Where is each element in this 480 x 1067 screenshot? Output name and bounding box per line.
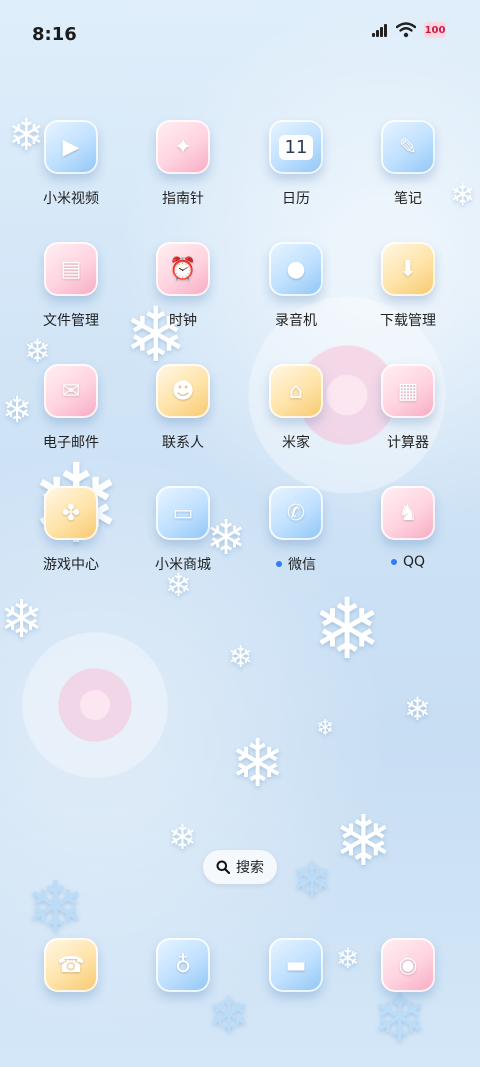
- app-mi-video[interactable]: ▶ 小米视频: [15, 120, 127, 208]
- store-icon: ▭: [172, 500, 194, 526]
- signal-icon: [372, 23, 388, 37]
- app-contacts[interactable]: ☻ 联系人: [127, 364, 239, 452]
- app-recorder[interactable]: ● 录音机: [240, 242, 352, 330]
- mail-icon: ✉: [61, 378, 81, 404]
- app-label: 小米商城: [155, 557, 211, 573]
- clock-icon: ⏰: [169, 256, 197, 282]
- app-label: 日历: [282, 191, 310, 207]
- gamepad-icon: ✤: [61, 500, 81, 526]
- snowflake-decoration: ❄: [26, 866, 85, 948]
- app-label: 时钟: [169, 313, 197, 329]
- status-time: 8:16: [32, 24, 77, 45]
- contacts-icon: ☻: [171, 378, 195, 404]
- status-icons: 100: [372, 22, 446, 38]
- mihome-icon: ⌂: [289, 378, 303, 404]
- app-label: 电子邮件: [43, 435, 99, 451]
- download-icon: ⬇: [398, 256, 418, 282]
- app-game-center[interactable]: ✤ 游戏中心: [15, 486, 127, 574]
- folder-icon: ▤: [60, 256, 82, 282]
- app-calculator[interactable]: ▦ 计算器: [352, 364, 464, 452]
- app-label: 计算器: [387, 435, 429, 451]
- dock: ☎ ♁ ▬ ◉: [0, 938, 480, 998]
- app-clock[interactable]: ⏰ 时钟: [127, 242, 239, 330]
- camera-icon: ◉: [398, 952, 418, 978]
- app-label: 指南针: [162, 191, 204, 207]
- app-label: QQ: [402, 554, 426, 570]
- new-install-dot: [390, 559, 397, 565]
- app-label: 笔记: [394, 191, 422, 207]
- snowflake-decoration: ❄: [230, 725, 286, 802]
- video-icon: ▶: [62, 134, 80, 160]
- app-label: 录音机: [275, 313, 317, 329]
- recorder-icon: ●: [286, 256, 306, 282]
- dock-messages[interactable]: ▬: [240, 938, 352, 992]
- app-qq[interactable]: ♞ QQ: [352, 486, 464, 570]
- snowflake-decoration: ❄: [334, 800, 393, 882]
- new-install-dot: [276, 561, 282, 567]
- app-wechat[interactable]: ✆ 微信: [240, 486, 352, 574]
- app-downloads[interactable]: ⬇ 下载管理: [352, 242, 464, 330]
- dock-browser[interactable]: ♁: [127, 938, 239, 992]
- snowflake-decoration: ❄: [292, 852, 333, 908]
- snowflake-decoration: ❄: [168, 818, 197, 858]
- app-label: 米家: [282, 435, 310, 451]
- app-label: 游戏中心: [43, 557, 99, 573]
- calendar-icon: 11: [278, 134, 314, 160]
- snowflake-decoration: ❄: [312, 580, 383, 678]
- snowflake-decoration: ❄: [0, 590, 44, 650]
- dock-phone[interactable]: ☎: [15, 938, 127, 992]
- app-file-manager[interactable]: ▤ 文件管理: [15, 242, 127, 330]
- messages-icon: ▬: [285, 952, 307, 978]
- compass-icon: ✦: [173, 134, 193, 160]
- app-label: 小米视频: [43, 191, 99, 207]
- status-bar: 8:16 100: [0, 0, 480, 64]
- battery-icon: 100: [424, 22, 446, 38]
- browser-icon: ♁: [174, 952, 192, 978]
- app-label: 文件管理: [43, 313, 99, 329]
- app-compass[interactable]: ✦ 指南针: [127, 120, 239, 208]
- calculator-icon: ▦: [397, 378, 419, 404]
- app-calendar[interactable]: 11 日历: [240, 120, 352, 208]
- notes-icon: ✎: [398, 134, 418, 160]
- phone-icon: ☎: [57, 952, 85, 978]
- dock-camera[interactable]: ◉: [352, 938, 464, 992]
- app-label: 微信: [288, 557, 316, 573]
- wechat-icon: ✆: [286, 500, 306, 526]
- snowflake-decoration: ❄: [316, 716, 335, 741]
- search-icon: [216, 860, 230, 874]
- snowflake-decoration: ❄: [228, 640, 254, 675]
- app-mihome[interactable]: ⌂ 米家: [240, 364, 352, 452]
- app-label: 联系人: [162, 435, 204, 451]
- wifi-icon: [396, 22, 416, 38]
- snowflake-decoration: ❄: [404, 690, 431, 728]
- app-email[interactable]: ✉ 电子邮件: [15, 364, 127, 452]
- qq-icon: ♞: [398, 500, 418, 526]
- app-mi-store[interactable]: ▭ 小米商城: [127, 486, 239, 574]
- app-label: 下载管理: [380, 313, 436, 329]
- search-button[interactable]: 搜索: [203, 850, 277, 884]
- search-label: 搜索: [236, 860, 264, 876]
- app-notes[interactable]: ✎ 笔记: [352, 120, 464, 208]
